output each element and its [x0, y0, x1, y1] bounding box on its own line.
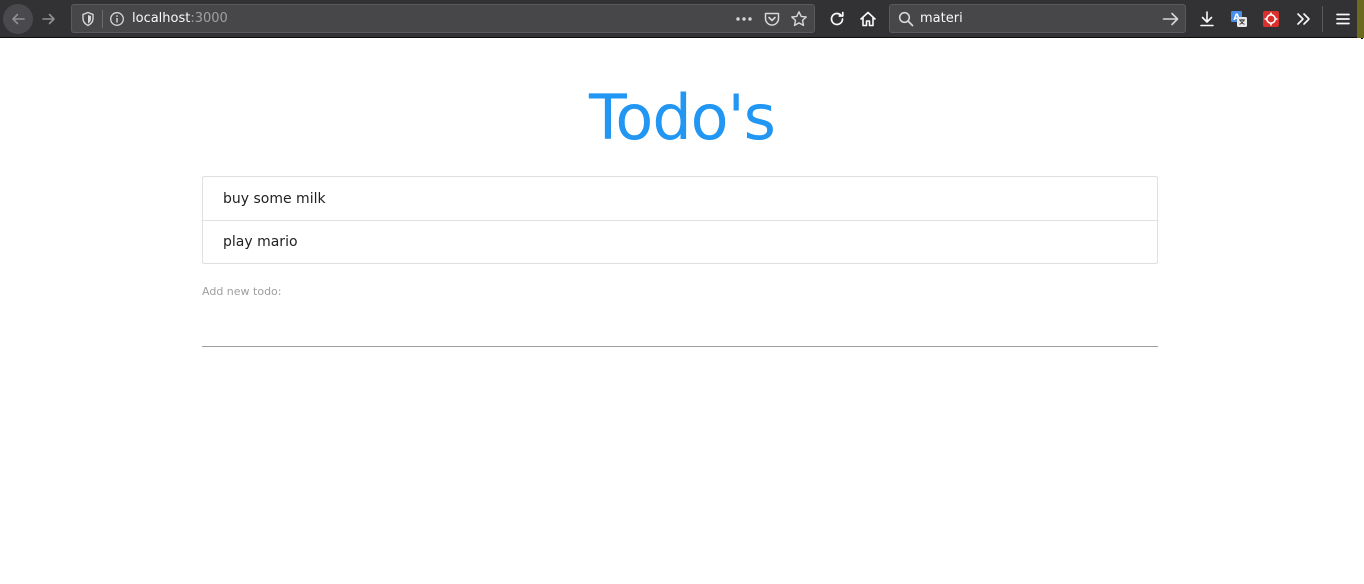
arrow-right-icon — [42, 13, 55, 25]
arrow-left-icon — [12, 13, 25, 25]
forward-button[interactable] — [34, 4, 64, 34]
search-go-arrow-icon[interactable] — [1162, 11, 1180, 27]
main-menu-button[interactable] — [1328, 4, 1358, 34]
url-port: :3000 — [190, 11, 228, 26]
extension-icon — [1263, 11, 1279, 27]
url-text[interactable]: localhost:3000 — [132, 11, 228, 26]
extension-button[interactable] — [1256, 4, 1286, 34]
search-bar[interactable] — [889, 4, 1186, 33]
todo-item-text: buy some milk — [223, 190, 326, 207]
todo-item-text: play mario — [223, 234, 298, 250]
window-corner-accent — [1357, 0, 1364, 38]
home-button[interactable] — [853, 4, 883, 34]
url-host: localhost — [132, 11, 191, 26]
todo-list: buy some milk play mario — [202, 176, 1158, 264]
search-input[interactable] — [920, 9, 1150, 28]
back-button[interactable] — [3, 4, 33, 34]
pocket-icon[interactable] — [763, 10, 781, 28]
hamburger-menu-icon — [1336, 13, 1350, 25]
double-chevron-right-icon — [1297, 13, 1310, 25]
address-bar[interactable]: localhost:3000 — [71, 4, 815, 33]
todo-item[interactable]: play mario — [203, 220, 1157, 263]
info-icon[interactable] — [109, 11, 125, 27]
shield-icon[interactable] — [80, 11, 96, 27]
reload-icon — [830, 11, 844, 26]
overflow-menu-button[interactable] — [1288, 4, 1318, 34]
browser-toolbar: localhost:3000 materi A — [0, 0, 1364, 38]
more-actions-icon[interactable] — [735, 11, 753, 27]
todo-item[interactable]: buy some milk — [203, 177, 1157, 220]
translate-icon: A — [1231, 11, 1247, 27]
download-icon — [1200, 11, 1214, 27]
search-icon — [898, 11, 914, 27]
toolbar-divider — [1322, 6, 1323, 32]
reload-button[interactable] — [822, 4, 852, 34]
page-content: Todo's buy some milk play mario Add new … — [0, 39, 1364, 584]
add-todo-input[interactable] — [202, 301, 1158, 347]
home-icon — [860, 11, 876, 27]
add-todo-label: Add new todo: — [202, 285, 282, 298]
translate-extension-button[interactable]: A — [1224, 4, 1254, 34]
downloads-button[interactable] — [1192, 4, 1222, 34]
bookmark-star-icon[interactable] — [790, 10, 808, 28]
url-separator — [102, 10, 103, 28]
page-title: Todo's — [589, 81, 776, 154]
